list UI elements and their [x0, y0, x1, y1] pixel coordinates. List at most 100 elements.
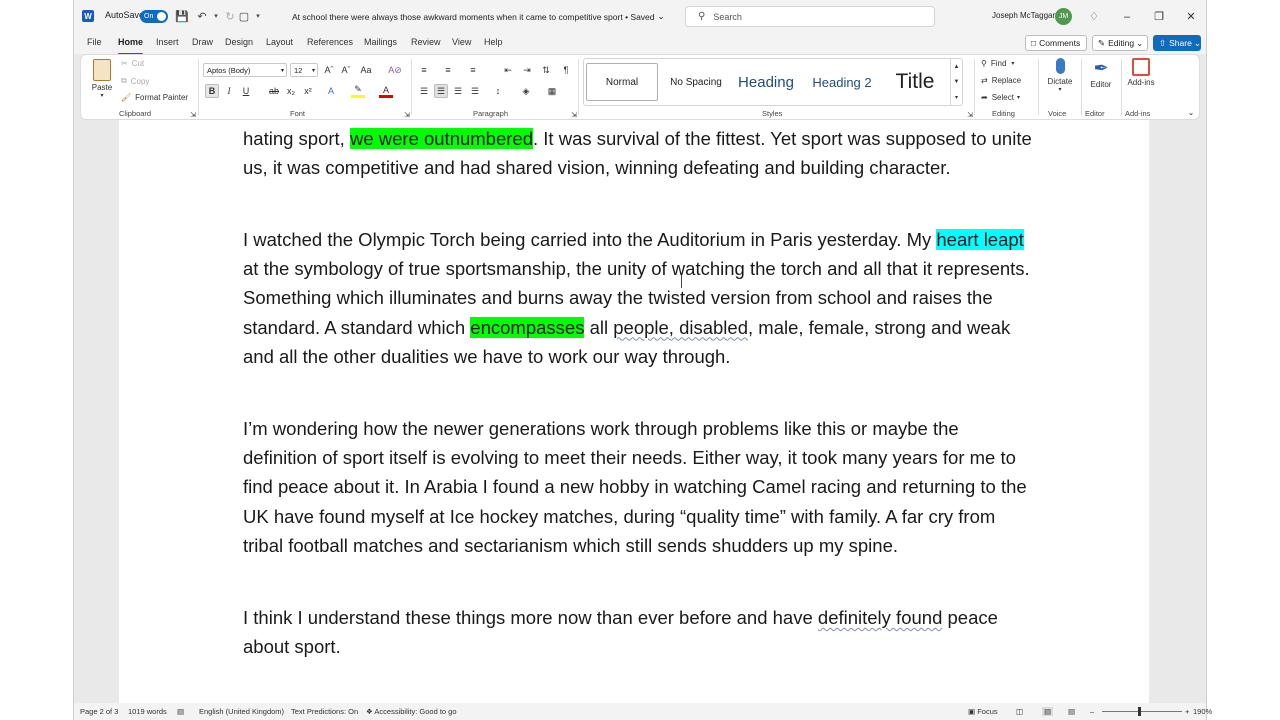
- undo-icon[interactable]: ↶: [195, 9, 209, 23]
- web-layout-icon[interactable]: ▤: [1068, 707, 1075, 716]
- sort-icon[interactable]: ⇅: [539, 63, 553, 77]
- editor-button[interactable]: ✒ Editor: [1085, 58, 1117, 89]
- premium-diamond-icon[interactable]: ♢: [1087, 9, 1101, 23]
- undo-dropdown-icon[interactable]: ▾: [209, 9, 223, 23]
- minimize-icon[interactable]: –: [1111, 0, 1143, 33]
- tab-layout[interactable]: Layout: [266, 37, 293, 52]
- shrink-font-icon[interactable]: Aˇ: [339, 63, 353, 77]
- comments-button[interactable]: □ Comments: [1025, 35, 1087, 51]
- bold-icon[interactable]: B: [205, 84, 219, 98]
- align-right-icon[interactable]: ☰: [451, 84, 465, 98]
- subscript-icon[interactable]: x₂: [284, 84, 298, 98]
- font-size-select[interactable]: 12 ▾: [290, 63, 318, 77]
- avatar[interactable]: JM: [1055, 8, 1072, 25]
- style-title[interactable]: Title: [882, 63, 948, 101]
- tab-file[interactable]: File: [87, 37, 102, 52]
- share-button[interactable]: ⇧ Share ⌄: [1153, 35, 1201, 51]
- document-page[interactable]: hating sport, we were outnumbered. It wa…: [119, 120, 1149, 703]
- zoom-out-icon[interactable]: –: [1090, 707, 1094, 716]
- save-icon[interactable]: 💾: [175, 9, 189, 23]
- underline-icon[interactable]: U: [239, 84, 253, 98]
- tab-review[interactable]: Review: [411, 37, 441, 52]
- user-name[interactable]: Joseph McTaggart: [992, 11, 1057, 20]
- grammar-suggestion[interactable]: definitely found: [818, 607, 942, 628]
- multilevel-list-icon[interactable]: ≡: [466, 63, 480, 77]
- zoom-in-icon[interactable]: +: [1185, 707, 1189, 716]
- paragraph-1[interactable]: hating sport, we were outnumbered. It wa…: [243, 124, 1033, 182]
- clear-formatting-icon[interactable]: A⊘: [388, 63, 402, 77]
- align-left-icon[interactable]: ☰: [417, 84, 431, 98]
- tab-mailings[interactable]: Mailings: [364, 37, 397, 52]
- align-center-icon[interactable]: ☰: [434, 84, 448, 98]
- text-predictions[interactable]: Text Predictions: On: [291, 707, 358, 716]
- zoom-slider-thumb[interactable]: [1138, 707, 1141, 716]
- grammar-suggestion[interactable]: people, disabled: [613, 317, 748, 338]
- increase-indent-icon[interactable]: ⇥: [520, 63, 534, 77]
- style-normal[interactable]: Normal: [586, 63, 658, 101]
- page-count[interactable]: Page 2 of 3: [80, 707, 118, 716]
- tab-help[interactable]: Help: [484, 37, 503, 52]
- dictate-button[interactable]: Dictate ▾: [1041, 58, 1079, 93]
- autoformat-icon[interactable]: ▢: [237, 9, 251, 23]
- addins-button[interactable]: Add-ins: [1123, 58, 1159, 87]
- justify-icon[interactable]: ☰: [468, 84, 482, 98]
- superscript-icon[interactable]: x²: [301, 84, 315, 98]
- pilcrow-icon[interactable]: ¶: [559, 63, 573, 77]
- read-mode-icon[interactable]: ◫: [1016, 707, 1023, 716]
- font-color-icon[interactable]: A: [379, 84, 393, 98]
- print-layout-icon[interactable]: ▤: [1042, 707, 1054, 716]
- autosave-toggle[interactable]: On: [140, 10, 168, 23]
- tab-draw[interactable]: Draw: [192, 37, 213, 52]
- grow-font-icon[interactable]: Aˆ: [322, 63, 336, 77]
- style-heading[interactable]: Heading: [730, 63, 802, 101]
- replace-button[interactable]: ⇄ Replace: [981, 76, 1021, 85]
- zoom-slider-track[interactable]: [1102, 711, 1182, 712]
- select-button[interactable]: ➦ Select ▾: [981, 93, 1020, 102]
- italic-icon[interactable]: I: [222, 84, 236, 98]
- strikethrough-icon[interactable]: ab: [267, 84, 281, 98]
- borders-icon[interactable]: ▦: [545, 84, 559, 98]
- styles-scroll[interactable]: ▲ ▼ ▾: [950, 59, 962, 105]
- tab-view[interactable]: View: [452, 37, 471, 52]
- line-spacing-icon[interactable]: ↕: [491, 84, 505, 98]
- change-case-icon[interactable]: Aa: [359, 63, 373, 77]
- highlighter-icon[interactable]: ✎: [351, 84, 365, 98]
- focus-button[interactable]: ▣ Focus: [968, 707, 998, 716]
- cut-button[interactable]: ✂ Cut: [121, 59, 144, 68]
- chevron-down-icon: ▾: [100, 93, 104, 99]
- tab-references[interactable]: References: [307, 37, 353, 52]
- copy-button[interactable]: ⧉ Copy: [121, 76, 149, 86]
- find-button[interactable]: ⚲ Find ▾: [981, 59, 1014, 68]
- tab-design[interactable]: Design: [225, 37, 253, 52]
- zoom-level[interactable]: 190%: [1193, 707, 1212, 716]
- language[interactable]: English (United Kingdom): [199, 707, 284, 716]
- paragraph-4[interactable]: I think I understand these things more n…: [243, 603, 1033, 661]
- proofing-icon[interactable]: ▤: [177, 707, 184, 716]
- bullets-icon[interactable]: ≡: [417, 63, 431, 77]
- search-box[interactable]: ⚲ Search: [685, 6, 935, 27]
- redo-icon[interactable]: ↻: [223, 9, 237, 23]
- tab-insert[interactable]: Insert: [156, 37, 179, 52]
- collapse-ribbon-icon[interactable]: ⌄: [1184, 105, 1198, 119]
- customize-toolbar-icon[interactable]: ▾: [251, 9, 265, 23]
- copy-icon: ⧉: [121, 76, 127, 85]
- document-title[interactable]: At school there were always those awkwar…: [292, 11, 665, 22]
- close-icon[interactable]: ✕: [1175, 0, 1207, 33]
- style-heading-2[interactable]: Heading 2: [804, 63, 880, 101]
- shading-icon[interactable]: ◈: [519, 84, 533, 98]
- accessibility-status[interactable]: ❖ Accessibility: Good to go: [366, 707, 457, 716]
- word-count[interactable]: 1019 words: [128, 707, 167, 716]
- style-no-spacing[interactable]: No Spacing: [662, 63, 730, 101]
- format-painter-button[interactable]: 🖌 Format Painter: [121, 93, 188, 102]
- restore-icon[interactable]: ❐: [1143, 0, 1175, 33]
- font-name-select[interactable]: Aptos (Body) ▾: [203, 63, 287, 77]
- text-effects-icon[interactable]: A: [324, 84, 338, 98]
- paragraph-2[interactable]: I watched the Olympic Torch being carrie…: [243, 225, 1033, 371]
- numbering-icon[interactable]: ≡: [441, 63, 455, 77]
- tab-home[interactable]: Home: [118, 37, 144, 55]
- editing-mode-button[interactable]: ✎ Editing ⌄: [1092, 35, 1148, 51]
- paste-button[interactable]: Paste ▾: [87, 59, 117, 99]
- chevron-down-icon: ▾: [311, 67, 315, 74]
- paragraph-3[interactable]: I’m wondering how the newer generations …: [243, 414, 1033, 560]
- decrease-indent-icon[interactable]: ⇤: [501, 63, 515, 77]
